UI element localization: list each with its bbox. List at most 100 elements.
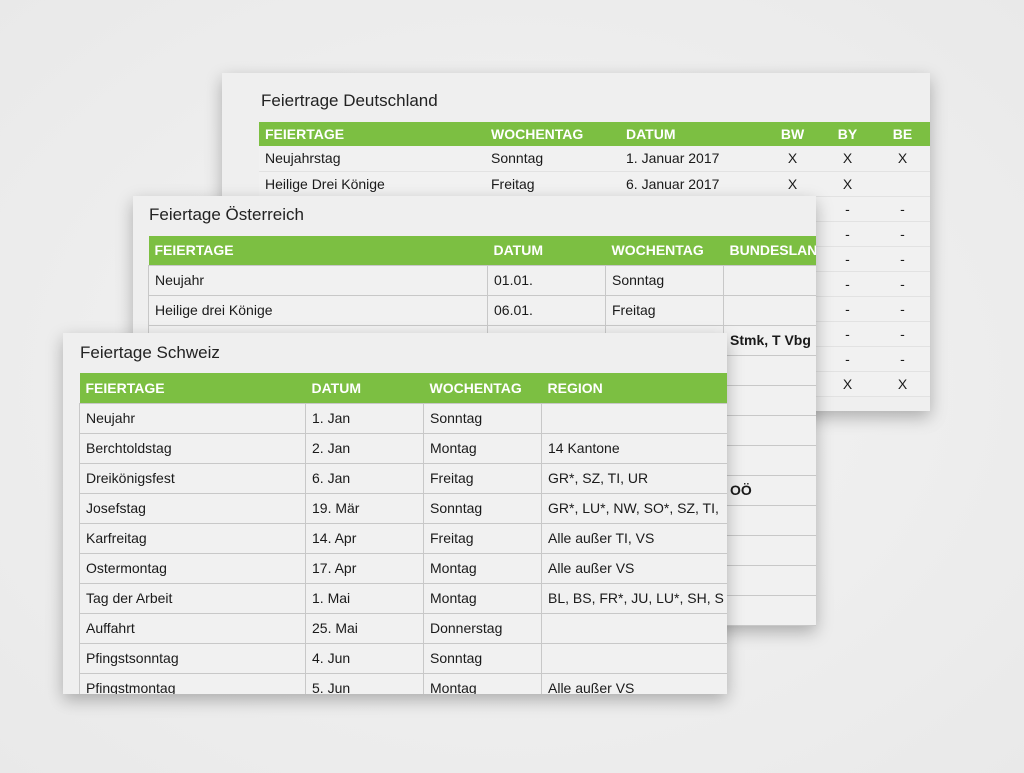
table-cell: 1. Jan: [305, 402, 424, 434]
table-row: Neujahrstag Sonntag 1. Januar 2017 X X X: [259, 146, 930, 172]
column-header: FEIERTAGE: [79, 373, 306, 403]
table-cell: X: [875, 146, 930, 172]
table-cell: X: [765, 171, 820, 197]
header-row: FEIERTAGE WOCHENTAG DATUM BW BY BE: [259, 122, 930, 146]
table-cell: [875, 171, 930, 197]
table-cell: 5. Jun: [305, 672, 424, 694]
table-cell: Tag der Arbeit: [79, 582, 306, 614]
table-cell: Montag: [423, 432, 542, 464]
table-cell: OÖ: [723, 474, 816, 506]
table-cell: Stmk, T Vbg: [723, 324, 816, 356]
table-cell: 1. Januar 2017: [620, 146, 765, 172]
table-cell: Neujahr: [148, 264, 488, 296]
table-cell: 17. Apr: [305, 552, 424, 584]
table-cell: Ostermontag: [79, 552, 306, 584]
column-header: FEIERTAGE: [259, 122, 485, 146]
table-cell: Sonntag: [423, 492, 542, 524]
table-cell: -: [820, 221, 875, 247]
table-cell: X: [820, 171, 875, 197]
table-cell: [723, 444, 816, 476]
table-cell: X: [875, 371, 930, 397]
table-cell: [541, 612, 727, 644]
table-row: Karfreitag 14. Apr Freitag Alle außer TI, V…: [79, 522, 727, 554]
table-cell: 14. Apr: [305, 522, 424, 554]
table-cell: -: [820, 296, 875, 322]
table-cell: -: [820, 196, 875, 222]
table-cell: [541, 642, 727, 674]
table-cell: [723, 504, 816, 536]
column-header: FEIERTAGE: [148, 236, 488, 265]
table-cell: Montag: [423, 582, 542, 614]
germany-title: Feiertrage Deutschland: [261, 91, 438, 110]
table-row: Pfingstsonntag 4. Jun Sonntag: [79, 642, 727, 674]
table-cell: Pfingstmontag: [79, 672, 306, 694]
column-header: DATUM: [305, 373, 424, 403]
table-cell: X: [820, 371, 875, 397]
table-row: Neujahr 01.01. Sonntag: [148, 264, 816, 296]
table-cell: Sonntag: [485, 146, 620, 172]
table-cell: -: [820, 271, 875, 297]
switzerland-title: Feiertage Schweiz: [80, 343, 220, 362]
column-header: BE: [875, 122, 930, 146]
switzerland-card: Feiertage Schweiz FEIERTAGE DATUM WOCHENTA…: [63, 333, 727, 694]
table-row: Pfingstmontag 5. Jun Montag Alle außer VS: [79, 672, 727, 694]
table-cell: 06.01.: [487, 294, 606, 326]
table-cell: GR*, SZ, TI, UR: [541, 462, 727, 494]
table-cell: [723, 384, 816, 416]
table-cell: [723, 294, 816, 326]
table-cell: [723, 534, 816, 566]
header-row: FEIERTAGEDATUMWOCHENTAGBUNDESLAND: [148, 236, 816, 265]
table-cell: 14 Kantone: [541, 432, 727, 464]
switzerland-table: FEIERTAGE DATUM WOCHENTAG REGION Neujahr 1. J…: [79, 373, 727, 694]
table-cell: BL, BS, FR*, JU, LU*, SH, S: [541, 582, 727, 614]
column-header: WOCHENTAG: [485, 122, 620, 146]
table-cell: Montag: [423, 672, 542, 694]
column-header: BUNDESLAND: [723, 236, 816, 265]
table-row: Berchtoldstag 2. Jan Montag 14 Kantone: [79, 432, 727, 464]
table-row: Heilige Drei Könige Freitag 6. Januar 2017…: [259, 171, 930, 197]
table-cell: -: [875, 271, 930, 297]
column-header: WOCHENTAG: [605, 236, 724, 265]
table-cell: 19. Mär: [305, 492, 424, 524]
column-header: DATUM: [487, 236, 606, 265]
table-cell: 01.01.: [487, 264, 606, 296]
table-cell: Sonntag: [423, 642, 542, 674]
table-row: Ostermontag 17. Apr Montag Alle außer VS: [79, 552, 727, 584]
table-cell: -: [875, 221, 930, 247]
table-cell: [723, 564, 816, 596]
table-cell: 6. Jan: [305, 462, 424, 494]
table-cell: Alle außer VS: [541, 552, 727, 584]
table-row: Dreikönigsfest 6. Jan Freitag GR*, SZ, TI, …: [79, 462, 727, 494]
table-cell: Donnerstag: [423, 612, 542, 644]
table-cell: -: [875, 246, 930, 272]
table-cell: -: [820, 246, 875, 272]
table-cell: Alle außer TI, VS: [541, 522, 727, 554]
table-cell: Auffahrt: [79, 612, 306, 644]
table-row: Auffahrt 25. Mai Donnerstag: [79, 612, 727, 644]
table-cell: Berchtoldstag: [79, 432, 306, 464]
table-cell: Freitag: [605, 294, 724, 326]
table-cell: Neujahr: [79, 402, 306, 434]
table-cell: Montag: [423, 552, 542, 584]
table-cell: X: [820, 146, 875, 172]
table-cell: -: [875, 196, 930, 222]
austria-title: Feiertage Österreich: [149, 205, 304, 224]
table-cell: Neujahrstag: [259, 146, 485, 172]
table-cell: [723, 594, 816, 626]
header-row: FEIERTAGE DATUM WOCHENTAG REGION: [79, 373, 727, 403]
table-cell: Freitag: [423, 522, 542, 554]
table-cell: Heilige drei Könige: [148, 294, 488, 326]
table-cell: 1. Mai: [305, 582, 424, 614]
table-cell: Josefstag: [79, 492, 306, 524]
table-cell: -: [875, 346, 930, 372]
table-cell: 4. Jun: [305, 642, 424, 674]
table-cell: -: [875, 321, 930, 347]
table-cell: 25. Mai: [305, 612, 424, 644]
table-cell: -: [875, 296, 930, 322]
table-cell: [723, 264, 816, 296]
table-cell: Dreikönigsfest: [79, 462, 306, 494]
column-header: WOCHENTAG: [423, 373, 542, 403]
column-header: BY: [820, 122, 875, 146]
table-cell: 2. Jan: [305, 432, 424, 464]
table-cell: Pfingstsonntag: [79, 642, 306, 674]
